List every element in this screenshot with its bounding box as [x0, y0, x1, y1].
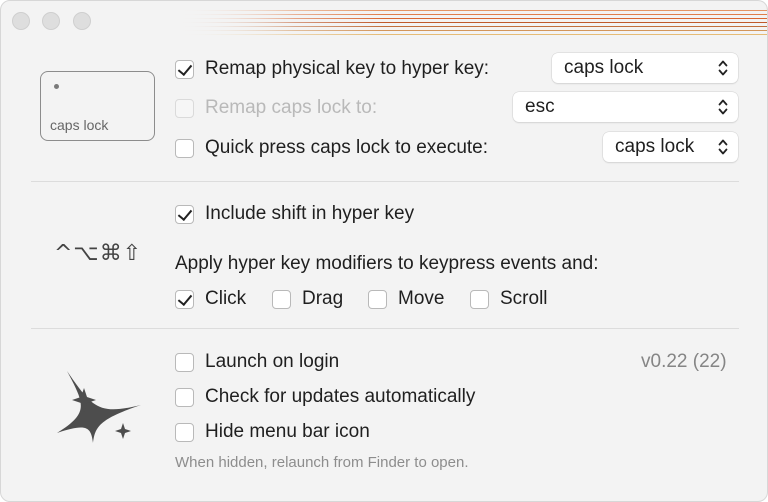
include-shift-label: Include shift in hyper key: [205, 203, 415, 224]
remap-caps-select[interactable]: esc: [513, 92, 738, 122]
zoom-window-button[interactable]: [73, 12, 91, 30]
event-drag-row[interactable]: Drag: [272, 288, 343, 310]
section-divider: [31, 328, 739, 329]
quick-press-select-value: caps lock: [615, 136, 695, 157]
remap-caps-checkbox: [175, 98, 194, 118]
scroll-label: Scroll: [500, 288, 548, 309]
hide-menu-icon-checkbox[interactable]: [175, 422, 194, 442]
check-updates-label: Check for updates automatically: [205, 386, 476, 407]
quick-press-row[interactable]: Quick press caps lock to execute:: [175, 137, 488, 159]
event-click-row[interactable]: Click: [175, 288, 246, 310]
scroll-checkbox[interactable]: [470, 289, 489, 309]
preferences-window: caps lock Remap physical key to hyper ke…: [0, 0, 768, 502]
modifier-symbols: ^⌥⌘⇧: [54, 241, 143, 266]
include-shift-checkbox[interactable]: [175, 204, 194, 224]
quick-press-select[interactable]: caps lock: [603, 132, 738, 162]
check-updates-row[interactable]: Check for updates automatically: [175, 386, 475, 408]
click-label: Click: [205, 288, 247, 309]
quick-press-checkbox[interactable]: [175, 138, 194, 158]
minimize-window-button[interactable]: [42, 12, 60, 30]
click-checkbox[interactable]: [175, 289, 194, 309]
sparkles-icon: [57, 371, 141, 443]
launch-login-row[interactable]: Launch on login: [175, 351, 339, 373]
chevrons-updown-icon: [718, 139, 728, 155]
apply-modifiers-label: Apply hyper key modifiers to keypress ev…: [175, 253, 599, 274]
hide-hint-text: When hidden, relaunch from Finder to ope…: [175, 454, 469, 471]
launch-login-checkbox[interactable]: [175, 352, 194, 372]
remap-caps-row: Remap caps lock to:: [175, 97, 377, 119]
stripe-fade: [177, 7, 767, 35]
remap-physical-select-value: caps lock: [564, 57, 644, 78]
remap-caps-label: Remap caps lock to:: [205, 97, 378, 118]
move-checkbox[interactable]: [368, 289, 387, 309]
move-label: Move: [398, 288, 445, 309]
hide-menu-icon-label: Hide menu bar icon: [205, 421, 370, 442]
remap-caps-select-value: esc: [525, 96, 555, 117]
remap-physical-checkbox[interactable]: [175, 59, 194, 79]
quick-press-label: Quick press caps lock to execute:: [205, 137, 489, 158]
key-preview-label: caps lock: [50, 117, 109, 133]
launch-login-label: Launch on login: [205, 351, 340, 372]
event-scroll-row[interactable]: Scroll: [470, 288, 548, 310]
drag-label: Drag: [302, 288, 344, 309]
event-move-row[interactable]: Move: [368, 288, 444, 310]
drag-checkbox[interactable]: [272, 289, 291, 309]
version-label: v0.22 (22): [641, 351, 727, 372]
hide-menu-icon-row[interactable]: Hide menu bar icon: [175, 421, 370, 443]
key-preview: caps lock: [40, 71, 155, 141]
remap-physical-label: Remap physical key to hyper key:: [205, 58, 490, 79]
include-shift-row[interactable]: Include shift in hyper key: [175, 203, 414, 225]
chevrons-updown-icon: [718, 60, 728, 76]
check-updates-checkbox[interactable]: [175, 387, 194, 407]
key-dot: [54, 84, 59, 89]
chevrons-updown-icon: [718, 99, 728, 115]
remap-physical-row[interactable]: Remap physical key to hyper key:: [175, 58, 489, 80]
remap-physical-select[interactable]: caps lock: [552, 53, 738, 83]
section-divider: [31, 181, 739, 182]
close-window-button[interactable]: [12, 12, 30, 30]
